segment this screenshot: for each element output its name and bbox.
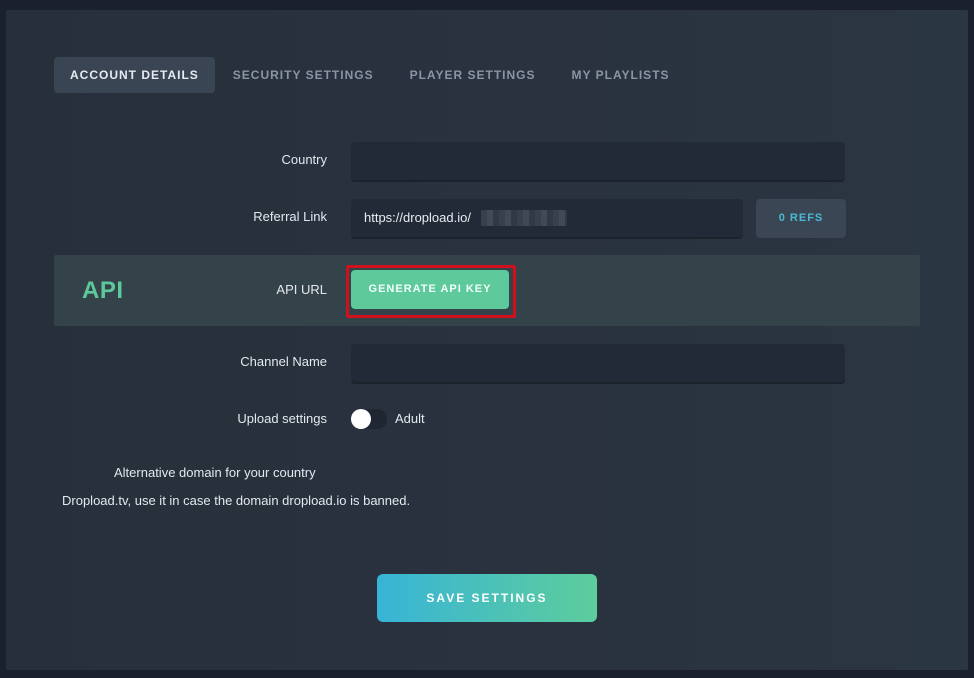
alt-domain-detail: Dropload.tv, use it in case the domain d… (62, 493, 411, 508)
upload-settings-label: Upload settings (237, 411, 327, 426)
country-input[interactable] (351, 142, 845, 182)
tab-account-details[interactable]: ACCOUNT DETAILS (54, 57, 215, 93)
generate-api-key-button[interactable]: GENERATE API KEY (351, 270, 509, 309)
channel-name-label: Channel Name (240, 354, 327, 369)
referral-link-input[interactable]: https://dropload.io/ (351, 199, 743, 239)
channel-name-input[interactable] (351, 344, 845, 384)
tab-security-settings[interactable]: SECURITY SETTINGS (215, 57, 392, 93)
save-settings-button[interactable]: SAVE SETTINGS (377, 574, 597, 622)
adult-toggle[interactable] (351, 409, 387, 429)
country-label: Country (281, 152, 327, 167)
toggle-knob (351, 409, 371, 429)
referral-link-value: https://dropload.io/ (364, 210, 471, 225)
referral-link-label: Referral Link (253, 209, 327, 224)
api-section-title: API (82, 277, 124, 304)
redacted-referral-code (481, 210, 567, 226)
alt-domain-note: Alternative domain for your country (114, 465, 316, 480)
adult-toggle-label: Adult (395, 411, 425, 426)
api-url-label: API URL (276, 282, 327, 297)
tab-player-settings[interactable]: PLAYER SETTINGS (392, 57, 554, 93)
tab-my-playlists[interactable]: MY PLAYLISTS (554, 57, 688, 93)
settings-tabs: ACCOUNT DETAILS SECURITY SETTINGS PLAYER… (54, 57, 688, 93)
refs-count-button[interactable]: 0 REFS (756, 199, 846, 238)
settings-panel: ACCOUNT DETAILS SECURITY SETTINGS PLAYER… (6, 10, 968, 670)
